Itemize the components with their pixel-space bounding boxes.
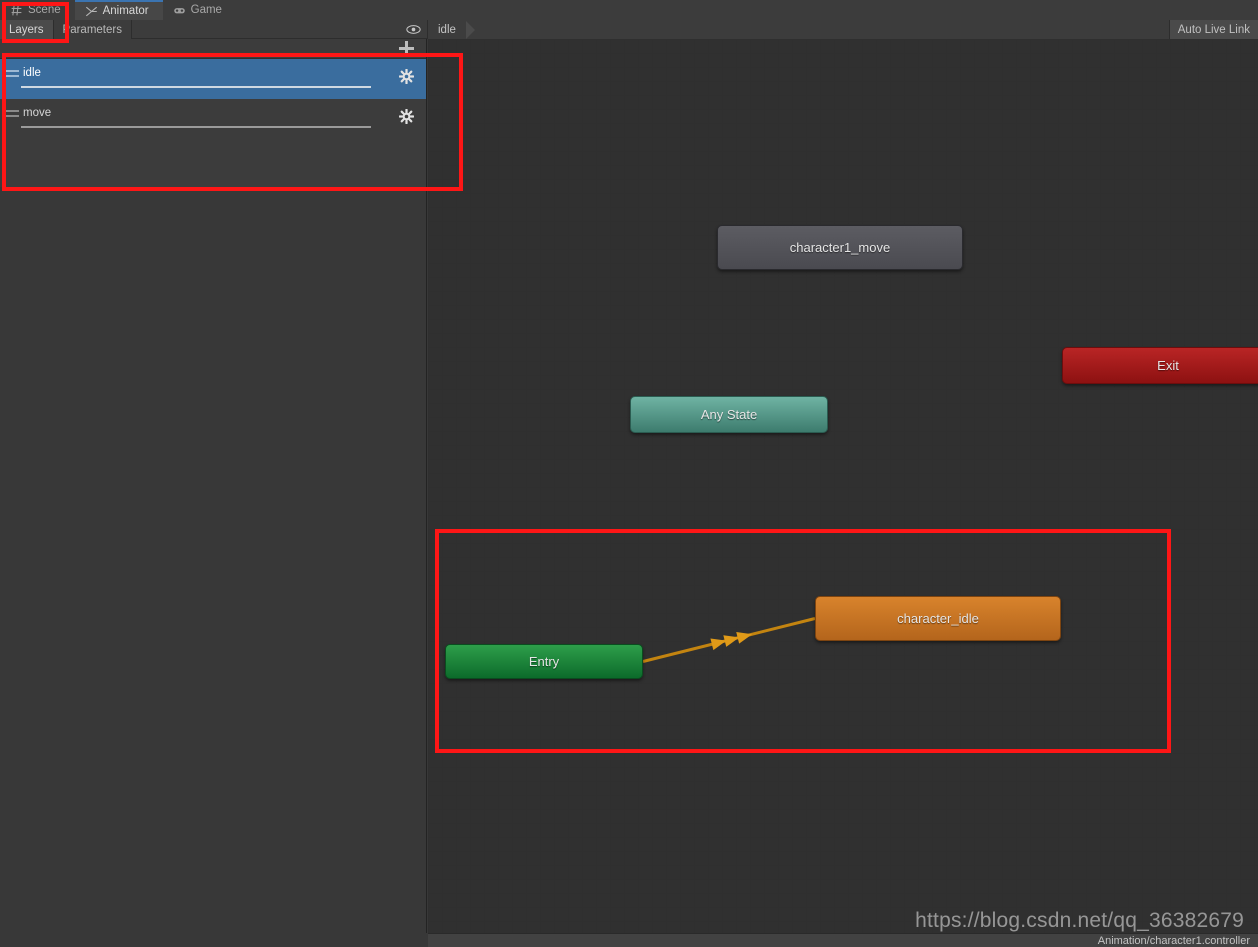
layers-panel-body [0,187,426,887]
layer-row-move[interactable]: move [0,99,426,139]
state-node-label: character1_move [790,240,890,255]
state-node-label: Exit [1157,358,1179,373]
subbar-filler [132,20,399,39]
gear-icon[interactable] [399,69,414,84]
layer-weight-slider[interactable] [21,86,371,88]
layers-panel: idle [0,39,427,933]
layer-row-idle[interactable]: idle [0,59,426,99]
layer-list-empty-space [0,139,426,183]
state-node-label: Any State [701,407,757,422]
state-node-character-idle[interactable]: character_idle [815,596,1061,641]
gear-icon[interactable] [399,109,414,124]
tab-game-label: Game [191,4,222,16]
state-node-entry[interactable]: Entry [445,644,643,679]
eye-icon [406,24,421,35]
controller-path-label: Animation/character1.controller [1098,935,1250,947]
animator-subbar: Layers Parameters idle Auto Live Link [0,20,1258,39]
graph-status-bar: Animation/character1.controller [428,933,1258,947]
layers-parameters-tabs: Layers Parameters [0,20,427,39]
state-node-exit[interactable]: Exit [1062,347,1258,384]
tab-animator[interactable]: Animator [75,0,163,20]
state-node-any-state[interactable]: Any State [630,396,828,433]
animator-icon [85,5,98,18]
graph-breadcrumb-bar: idle Auto Live Link [427,20,1258,39]
layer-add-row [0,39,426,58]
tab-animator-label: Animator [103,5,149,17]
visibility-toggle[interactable] [399,20,427,39]
tab-parameters[interactable]: Parameters [54,20,132,39]
state-node-character1-move[interactable]: character1_move [717,225,963,270]
tab-scene-label: Scene [28,4,61,16]
plus-icon[interactable] [399,41,414,56]
animator-window: Scene Animator Game Layers [0,0,1258,947]
layer-weight-slider[interactable] [21,126,371,128]
layer-name-move: move [23,107,51,119]
tab-game[interactable]: Game [163,0,236,20]
grid-icon [10,4,23,17]
animator-state-graph[interactable]: character1_move Exit Any State character… [428,39,1258,933]
tab-scene[interactable]: Scene [0,0,75,20]
drag-handle-icon[interactable] [5,70,23,77]
gamepad-icon [173,4,186,17]
breadcrumb[interactable]: idle [428,21,475,39]
layer-list: idle [0,58,426,187]
auto-live-link-button[interactable]: Auto Live Link [1169,20,1258,39]
state-node-label: Entry [529,654,559,669]
layer-name-idle: idle [23,67,41,79]
breadcrumb-label: idle [438,24,456,36]
breadcrumb-chevron-icon [466,21,475,39]
tab-layers[interactable]: Layers [0,20,54,39]
window-tab-strip: Scene Animator Game [0,0,1258,20]
state-node-label: character_idle [897,611,979,626]
drag-handle-icon[interactable] [5,110,23,117]
transition-layer [428,39,1258,933]
